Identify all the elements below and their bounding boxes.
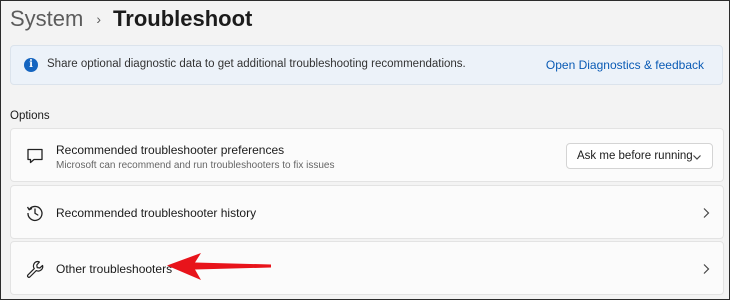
troubleshooter-preferences-card: Recommended troubleshooter preferences M… xyxy=(10,128,724,182)
chevron-right-icon xyxy=(703,208,710,218)
history-icon xyxy=(26,205,43,222)
open-diagnostics-feedback-link[interactable]: Open Diagnostics & feedback xyxy=(546,58,704,72)
info-banner-text: Share optional diagnostic data to get ad… xyxy=(47,58,466,70)
troubleshooter-history-card[interactable]: Recommended troubleshooter history xyxy=(10,185,724,239)
page-title: Troubleshoot xyxy=(113,6,253,31)
options-section-label: Options xyxy=(10,110,50,122)
dropdown-selected-value: Ask me before running xyxy=(577,150,693,162)
breadcrumb-system-link[interactable]: System xyxy=(10,6,83,32)
other-troubleshooters-card[interactable]: Other troubleshooters xyxy=(10,241,724,295)
troubleshooter-preferences-title: Recommended troubleshooter preferences xyxy=(56,143,285,157)
troubleshooter-preference-dropdown[interactable]: Ask me before running xyxy=(566,143,713,169)
other-troubleshooters-title: Other troubleshooters xyxy=(56,262,173,276)
chevron-right-icon xyxy=(703,264,710,274)
breadcrumb-separator: › xyxy=(96,11,102,27)
breadcrumb: System › Troubleshoot xyxy=(10,3,252,35)
chevron-down-icon xyxy=(693,155,701,160)
wrench-icon xyxy=(26,260,44,278)
diagnostic-info-banner: i Share optional diagnostic data to get … xyxy=(10,45,723,85)
troubleshooter-preferences-description: Microsoft can recommend and run troubles… xyxy=(56,160,335,171)
info-icon: i xyxy=(24,58,38,72)
troubleshooter-history-title: Recommended troubleshooter history xyxy=(56,206,257,220)
chat-bubble-icon xyxy=(27,148,43,164)
